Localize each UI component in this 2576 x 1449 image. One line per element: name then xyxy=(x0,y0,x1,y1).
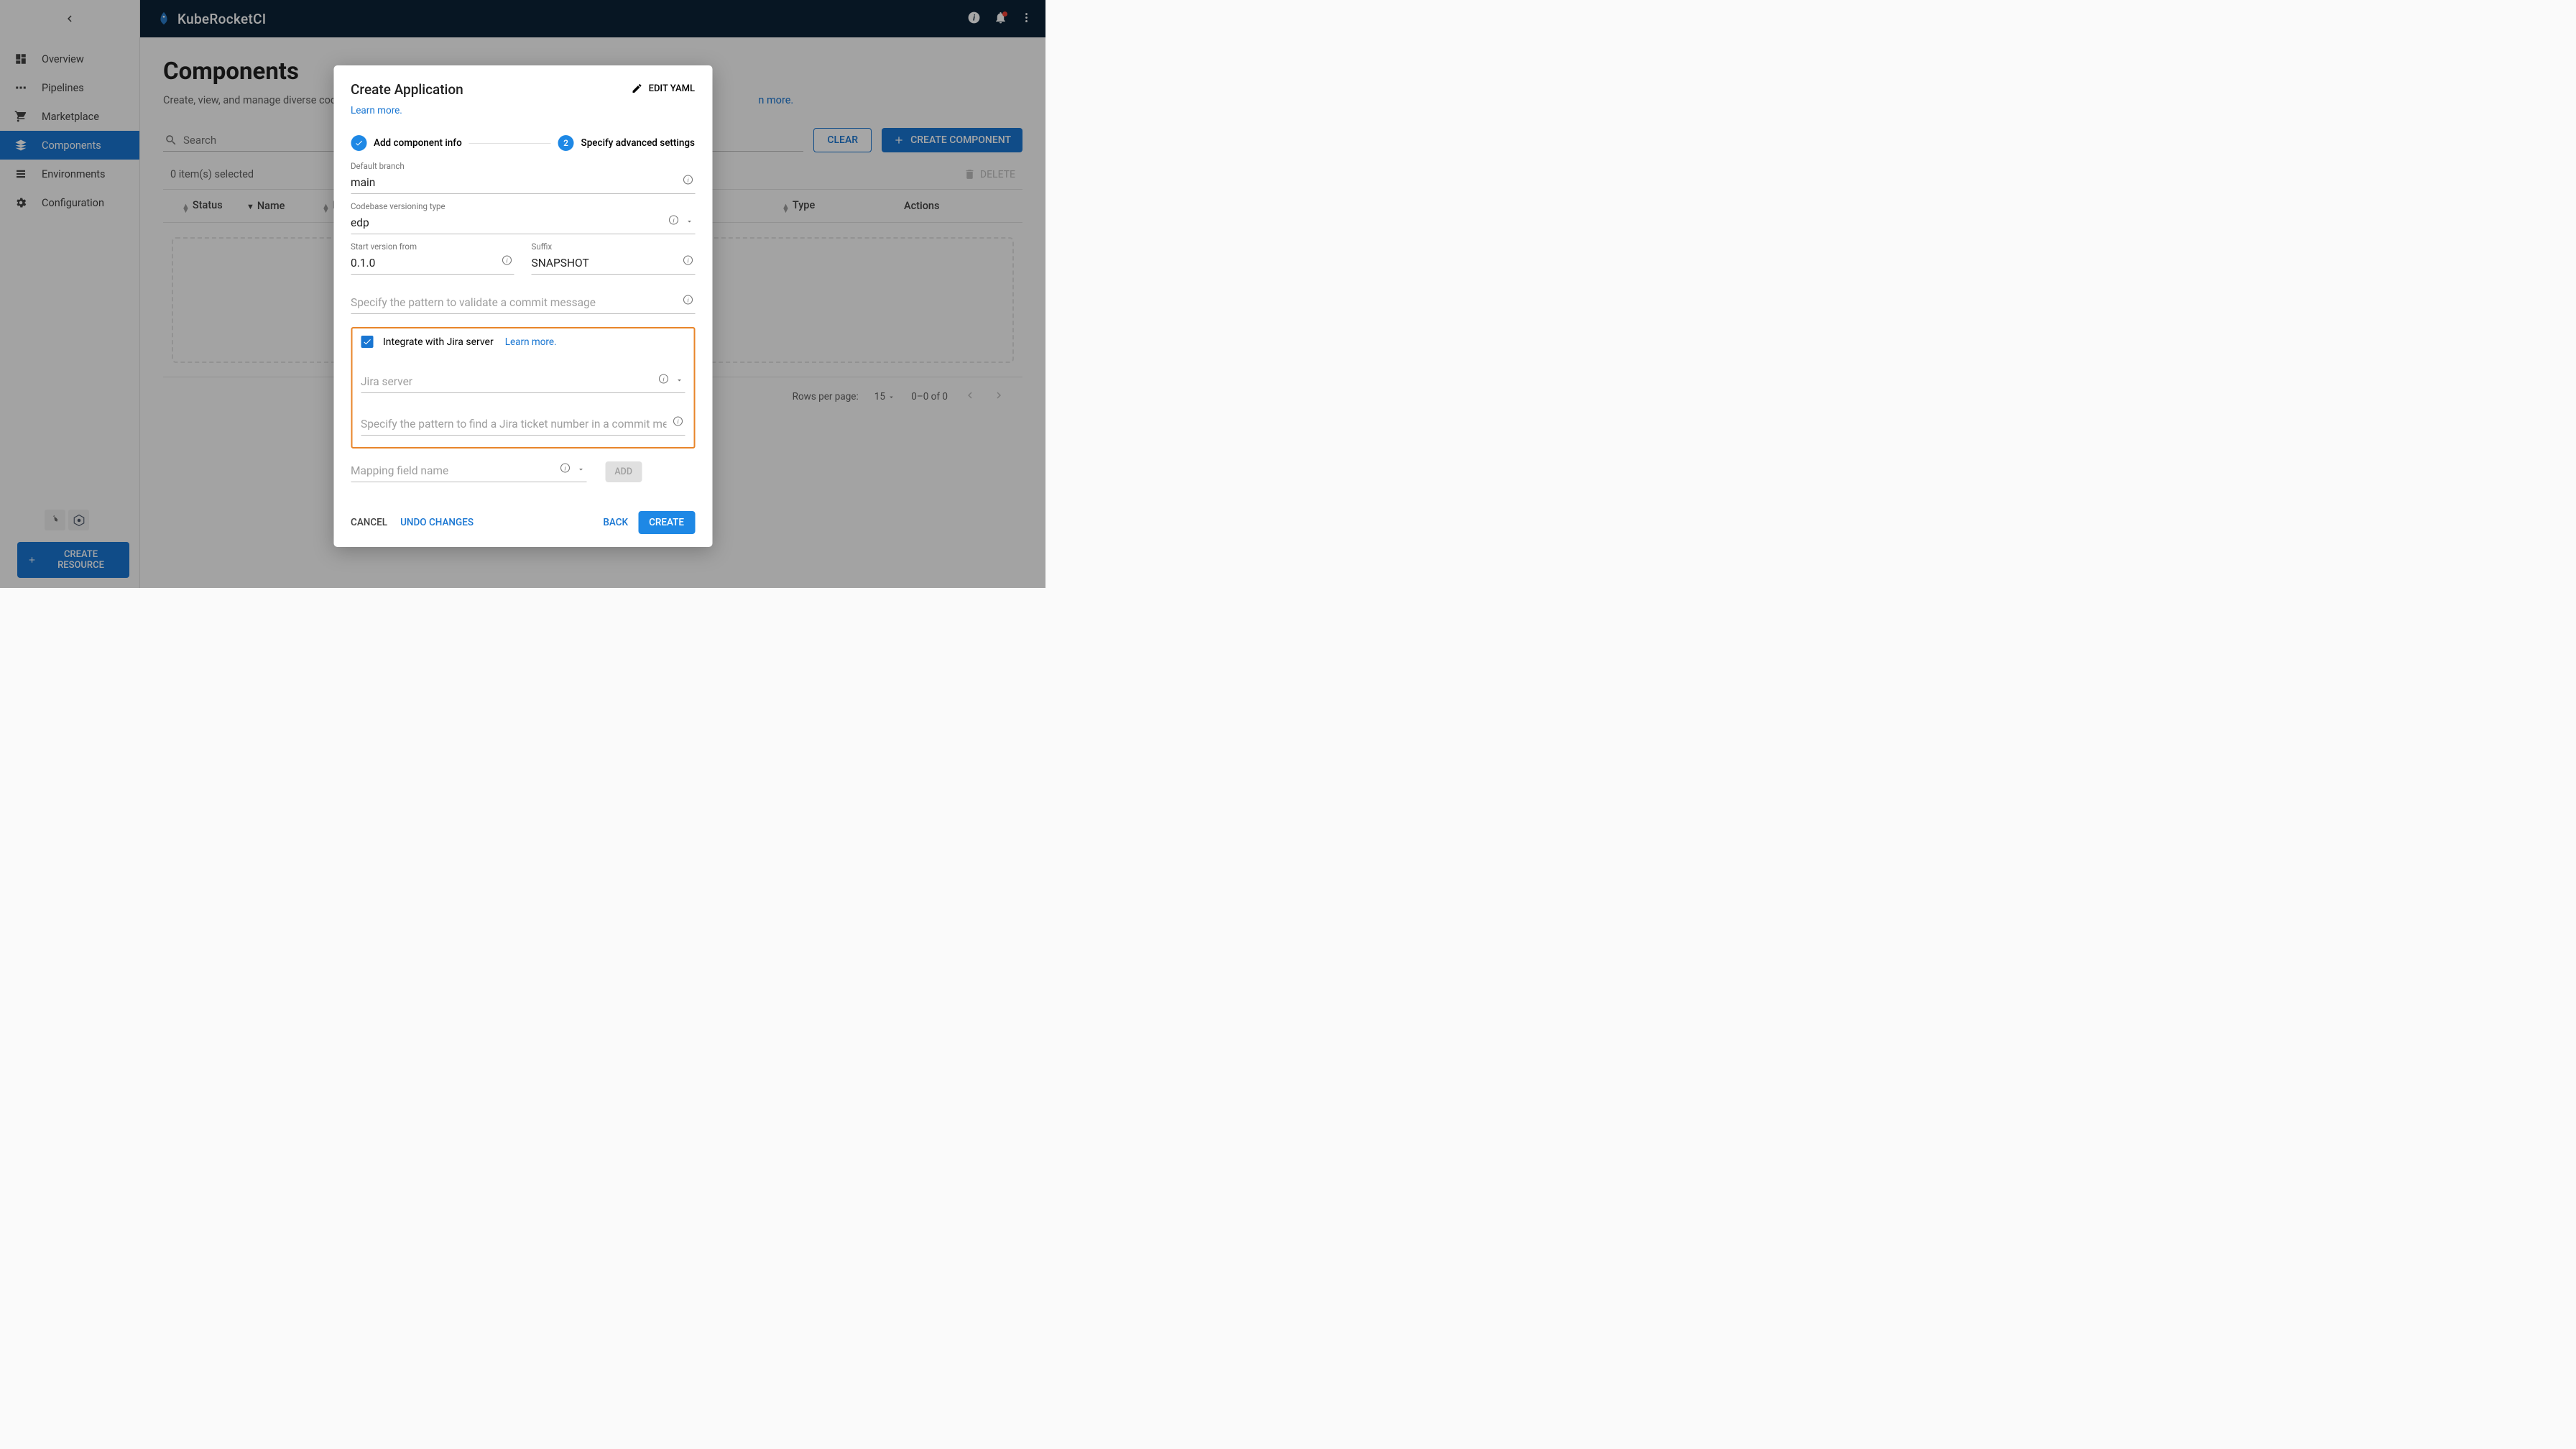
default-branch-field[interactable]: Default branch i xyxy=(351,161,695,194)
commit-pattern-field[interactable]: i xyxy=(351,293,695,314)
info-icon[interactable]: i xyxy=(682,254,693,269)
mapping-row: i ADD xyxy=(351,461,695,482)
info-icon[interactable]: i xyxy=(668,214,679,229)
mapping-field[interactable]: i xyxy=(351,461,586,482)
info-icon[interactable]: i xyxy=(657,373,669,387)
svg-text:i: i xyxy=(687,177,689,184)
cancel-button[interactable]: CANCEL xyxy=(351,517,387,528)
commit-pattern-input[interactable] xyxy=(351,293,695,314)
check-icon xyxy=(362,337,371,346)
suffix-field[interactable]: Suffix i xyxy=(532,242,696,275)
svg-text:i: i xyxy=(564,465,566,472)
chevron-down-icon[interactable] xyxy=(576,463,585,477)
modal-actions: CANCEL UNDO CHANGES BACK CREATE xyxy=(351,511,695,534)
pencil-icon xyxy=(632,83,643,94)
modal-title: Create Application xyxy=(351,81,463,98)
undo-changes-button[interactable]: UNDO CHANGES xyxy=(400,517,474,528)
jira-pattern-field[interactable]: i xyxy=(361,415,685,436)
add-mapping-button[interactable]: ADD xyxy=(605,461,642,482)
check-icon xyxy=(351,135,366,151)
back-button[interactable]: BACK xyxy=(603,511,628,534)
versioning-type-field[interactable]: Codebase versioning type i xyxy=(351,201,695,234)
svg-text:i: i xyxy=(506,257,508,264)
jira-checkbox-label: Integrate with Jira server xyxy=(383,336,494,348)
chevron-down-icon[interactable] xyxy=(685,215,693,229)
chevron-down-icon[interactable] xyxy=(675,374,683,387)
jira-pattern-input[interactable] xyxy=(361,415,685,436)
info-icon[interactable]: i xyxy=(682,294,693,308)
mapping-select[interactable] xyxy=(351,461,586,482)
svg-text:i: i xyxy=(687,297,689,304)
start-version-field[interactable]: Start version from i xyxy=(351,242,514,275)
jira-checkbox[interactable] xyxy=(361,336,373,348)
step-2[interactable]: 2 Specify advanced settings xyxy=(558,135,695,151)
jira-integration-section: Integrate with Jira server Learn more. i… xyxy=(351,327,695,448)
info-icon[interactable]: i xyxy=(682,174,693,188)
create-application-modal: Create Application Learn more. EDIT YAML… xyxy=(333,65,712,547)
suffix-input[interactable] xyxy=(532,254,696,275)
info-icon[interactable]: i xyxy=(559,462,571,477)
edit-yaml-button[interactable]: EDIT YAML xyxy=(632,83,695,94)
create-button[interactable]: CREATE xyxy=(638,511,695,534)
svg-text:i: i xyxy=(677,418,679,426)
svg-text:i: i xyxy=(687,257,689,264)
versioning-type-select[interactable] xyxy=(351,213,695,234)
default-branch-input[interactable] xyxy=(351,173,695,194)
step-number: 2 xyxy=(558,135,574,151)
jira-learn-more-link[interactable]: Learn more. xyxy=(505,336,557,348)
stepper: Add component info 2 Specify advanced se… xyxy=(351,135,695,151)
svg-text:i: i xyxy=(663,376,665,383)
step-1[interactable]: Add component info xyxy=(351,135,462,151)
jira-server-field[interactable]: i xyxy=(361,372,685,393)
jira-server-select[interactable] xyxy=(361,372,685,393)
svg-text:i: i xyxy=(673,217,675,224)
start-version-input[interactable] xyxy=(351,254,514,275)
modal-learn-more-link[interactable]: Learn more. xyxy=(351,105,402,116)
info-icon[interactable]: i xyxy=(672,415,683,430)
info-icon[interactable]: i xyxy=(502,254,513,269)
